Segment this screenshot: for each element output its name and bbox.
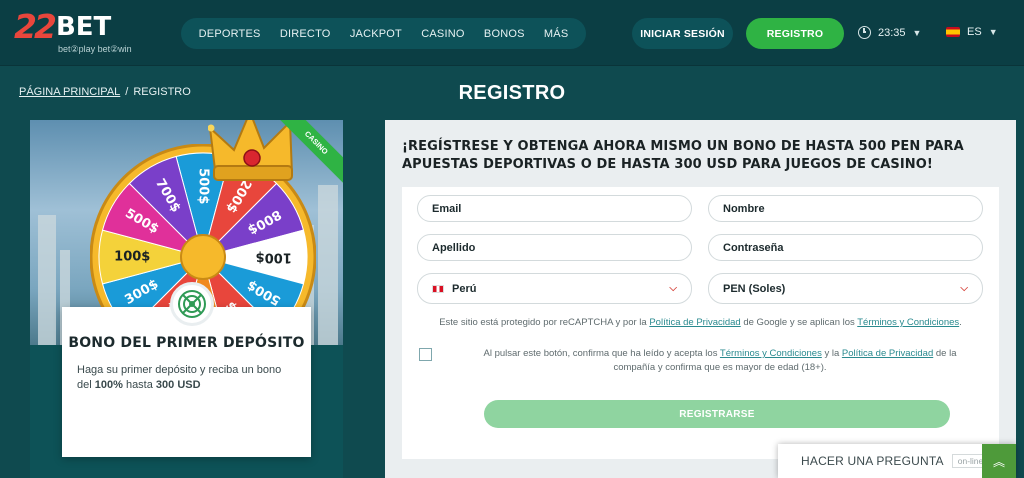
terms-checkbox[interactable] xyxy=(419,348,432,361)
chat-widget[interactable]: HACER UNA PREGUNTA on-line ︽ xyxy=(778,444,1016,478)
chevron-down-icon: ⌵ xyxy=(669,283,677,294)
nav-bonos[interactable]: BONOS xyxy=(484,28,525,40)
terms-link[interactable]: Términos y Condiciones xyxy=(857,317,959,328)
privacy-policy-link[interactable]: Política de Privacidad xyxy=(649,317,740,328)
submit-register-button[interactable]: REGISTRARSE xyxy=(484,400,950,428)
chevron-down-icon: ⌵ xyxy=(960,283,968,294)
logo-tagline: bet②play bet②win xyxy=(58,44,132,54)
top-bar: 22 BET bet②play bet②win DEPORTES DIRECTO… xyxy=(0,0,1024,66)
registration-form: Email Nombre Apellido Contraseña Perú ⌵ … xyxy=(402,187,999,459)
logo-word: BET xyxy=(55,12,112,42)
nav-casino[interactable]: CASINO xyxy=(421,28,464,40)
wheel-segment-label: 100$ xyxy=(256,250,292,265)
nav-directo[interactable]: DIRECTO xyxy=(280,28,331,40)
promo-description: Haga su primer depósito y reciba un bono… xyxy=(77,364,282,391)
logo-number: 22 xyxy=(14,7,57,46)
promo-card: 500$200$800$100$500$200$500$800$300$100$… xyxy=(30,120,343,478)
roulette-badge-icon xyxy=(170,282,214,326)
nav-jackpot[interactable]: JACKPOT xyxy=(350,28,402,40)
spain-flag-icon xyxy=(946,27,960,37)
surname-field[interactable]: Apellido xyxy=(417,234,692,261)
crown-icon xyxy=(208,120,294,181)
nav-deportes[interactable]: DEPORTES xyxy=(199,28,261,40)
email-field[interactable]: Email xyxy=(417,195,692,222)
registration-heading: ¡REGÍSTRESE Y OBTENGA AHORA MISMO UN BON… xyxy=(402,139,964,172)
country-select[interactable]: Perú ⌵ xyxy=(417,273,692,304)
peru-flag-icon xyxy=(432,284,444,293)
clock[interactable]: 23:35 ▼ xyxy=(858,26,921,39)
main-nav: DEPORTES DIRECTO JACKPOT CASINO BONOS MÁ… xyxy=(181,18,586,49)
clock-icon xyxy=(858,26,871,39)
clock-time: 23:35 xyxy=(878,26,906,39)
currency-select[interactable]: PEN (Soles) ⌵ xyxy=(708,273,983,304)
name-field[interactable]: Nombre xyxy=(708,195,983,222)
password-field[interactable]: Contraseña xyxy=(708,234,983,261)
nav-mas[interactable]: MÁS xyxy=(544,28,568,40)
language-selector[interactable]: ES ▼ xyxy=(946,26,998,38)
chevron-down-icon: ▼ xyxy=(988,27,998,37)
privacy-policy-link[interactable]: Política de Privacidad xyxy=(842,348,933,359)
wheel-hub xyxy=(180,234,226,280)
promo-title: BONO DEL PRIMER DEPÓSITO xyxy=(68,335,305,351)
terms-link[interactable]: Términos y Condiciones xyxy=(720,348,822,359)
chevron-down-icon: ▼ xyxy=(912,27,922,38)
logo[interactable]: 22 BET bet②play bet②win xyxy=(14,7,144,55)
language-code: ES xyxy=(967,26,982,38)
promo-info-box: BONO DEL PRIMER DEPÓSITO Haga su primer … xyxy=(62,307,311,457)
login-button[interactable]: INICIAR SESIÓN xyxy=(632,18,733,49)
page-title: REGISTRO xyxy=(458,82,566,104)
registration-panel: ¡REGÍSTRESE Y OBTENGA AHORA MISMO UN BON… xyxy=(385,120,1016,478)
wheel-segment-label: 100$ xyxy=(114,250,150,265)
recaptcha-note: Este sitio está protegido por reCAPTCHA … xyxy=(439,317,962,328)
register-button[interactable]: REGISTRO xyxy=(746,18,844,49)
chat-label: HACER UNA PREGUNTA xyxy=(801,454,944,468)
chevron-up-icon[interactable]: ︽ xyxy=(982,444,1016,478)
terms-text: Al pulsar este botón, confirma que ha le… xyxy=(483,348,957,373)
